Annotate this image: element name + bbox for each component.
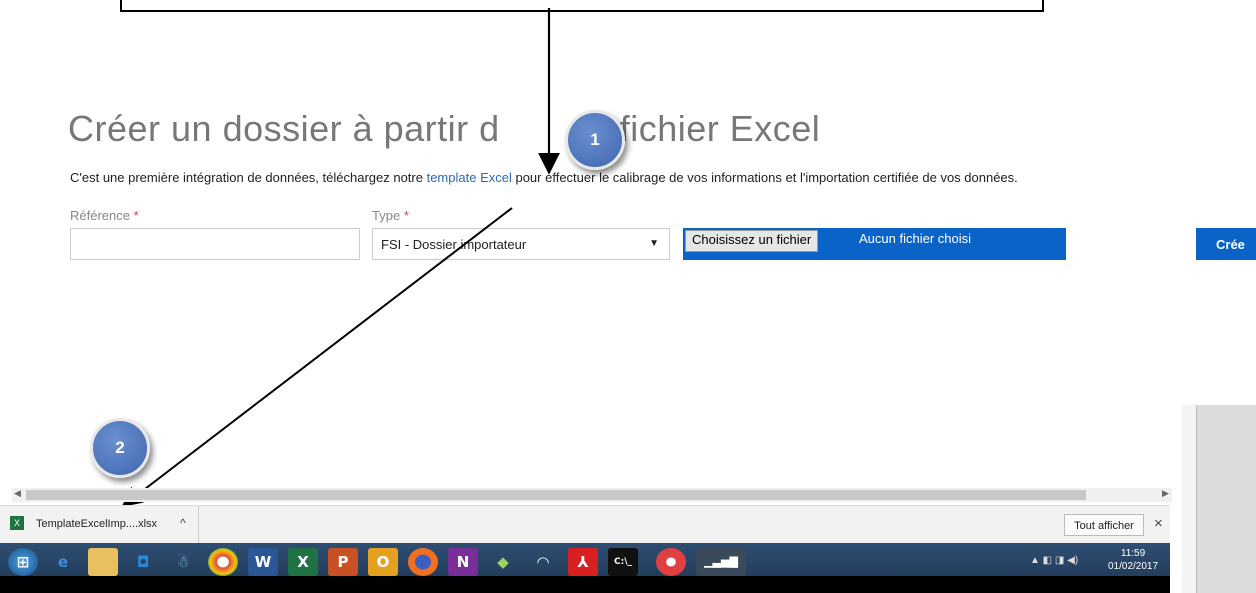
outlook-app-icon[interactable]: ◘	[128, 548, 158, 576]
outlook-icon[interactable]: O	[368, 548, 398, 576]
explorer-icon[interactable]: ◆	[488, 548, 518, 576]
excel-icon[interactable]: X	[288, 548, 318, 576]
divider	[198, 506, 199, 544]
scrollbar-thumb[interactable]	[26, 490, 1086, 500]
download-file-name: TemplateExcelImp....xlsx	[36, 518, 158, 530]
horizontal-scrollbar[interactable]: ◀ ▶	[12, 488, 1172, 502]
cmd-icon[interactable]: C:\_	[608, 548, 638, 576]
step-badge-2: 2	[90, 418, 150, 478]
clock[interactable]: 11:59 01/02/2017	[1108, 547, 1158, 573]
system-tray: ▲ ◧ ◨ ◀)	[1030, 555, 1079, 566]
chrome-icon[interactable]	[208, 548, 238, 576]
close-icon[interactable]: ×	[1154, 515, 1163, 532]
show-all-button[interactable]: Tout afficher	[1064, 514, 1144, 536]
firefox-icon[interactable]	[408, 548, 438, 576]
app-red-icon[interactable]	[656, 548, 686, 576]
acrobat-icon[interactable]: ⅄	[568, 548, 598, 576]
download-bar: X TemplateExcelImp....xlsx ^ Tout affich…	[0, 505, 1170, 544]
vertical-ruler	[1182, 405, 1197, 593]
excel-file-icon: X	[10, 516, 24, 530]
arrow-to-download	[121, 207, 513, 507]
start-orb-icon[interactable]: ⊞	[8, 548, 38, 576]
chevron-up-icon[interactable]: ^	[180, 516, 186, 530]
clock-time: 11:59	[1120, 548, 1146, 559]
scroll-left-icon[interactable]: ◀	[14, 488, 21, 499]
onenote-icon[interactable]: N	[448, 548, 478, 576]
scroll-right-icon[interactable]: ▶	[1162, 488, 1169, 499]
background-window	[1182, 405, 1256, 593]
wifi-icon[interactable]: ◠	[528, 548, 558, 576]
folder-icon[interactable]	[88, 548, 118, 576]
people-icon[interactable]: ☃	[168, 548, 198, 576]
clock-date: 01/02/2017	[1108, 561, 1159, 572]
step-badge-1: 1	[565, 110, 625, 170]
screen-bottom-edge	[0, 576, 1170, 593]
signal-icon[interactable]: ▁▃▅▇	[696, 548, 746, 576]
internet-explorer-icon[interactable]: e	[48, 548, 78, 576]
word-icon[interactable]: W	[248, 548, 278, 576]
powerpoint-icon[interactable]: P	[328, 548, 358, 576]
